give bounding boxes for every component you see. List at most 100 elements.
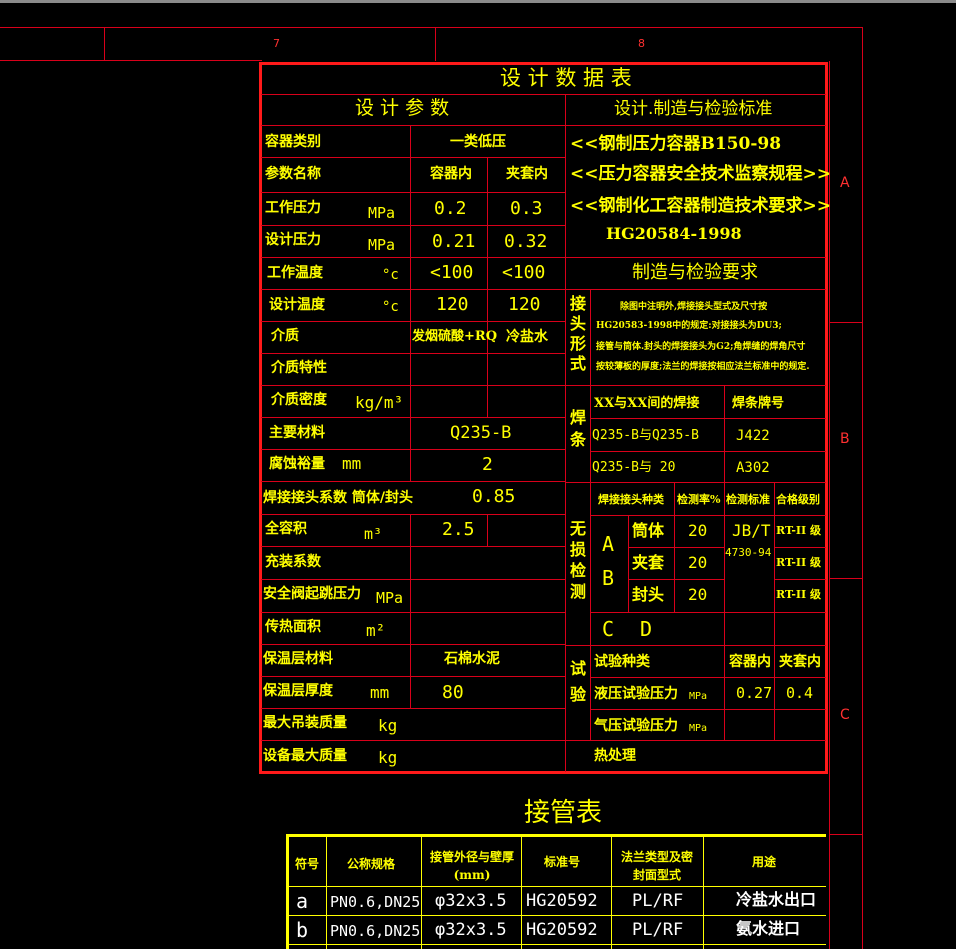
heat-area-unit: m² <box>366 621 386 640</box>
work-pressure-vessel: 0.2 <box>434 198 467 219</box>
nozzle-col-sep <box>611 836 612 949</box>
left-row-line <box>261 321 566 322</box>
ndt-row-3: 封头 <box>632 585 665 604</box>
nozzle-col-sep <box>421 836 422 949</box>
nozzle-header-symbol: 符号 <box>295 857 320 871</box>
left-col-sep-a <box>410 126 411 481</box>
fill-label: 充装系数 <box>265 554 321 570</box>
standard-3: <<钢制化工容器制造技术要求>> <box>570 196 831 216</box>
left-header: 设 计 参 数 <box>355 97 450 119</box>
hydro-label: 液压试验压力 <box>594 686 678 702</box>
nozzle-cell-symbol: a <box>296 889 309 913</box>
param-name-label: 参数名称 <box>265 166 321 182</box>
left-row-line <box>261 257 566 258</box>
ndt-rate-1: 20 <box>688 521 708 540</box>
work-temp-jacket: <100 <box>502 262 546 283</box>
frame-row-a: A <box>840 175 850 191</box>
nozzle-header-sep <box>286 886 826 887</box>
test-row-line <box>590 709 826 710</box>
ndt-grade-3: RT-II 级 <box>776 588 821 601</box>
window-top-edge <box>0 0 956 3</box>
ndt-row-line <box>774 579 826 580</box>
cad-drawing-viewport[interactable]: { "frame": { "col7": "7", "col8": "8", "… <box>0 0 956 949</box>
test-h2: 容器内 <box>729 654 771 670</box>
nozzle-cell-use: 冷盐水出口 <box>736 890 817 909</box>
title-sep <box>261 94 826 95</box>
nozzle-row-sep <box>286 944 826 945</box>
left-row-line <box>261 708 566 709</box>
nozzle-border-left <box>286 834 289 949</box>
work-pressure-label: 工作压力 <box>265 200 321 216</box>
table-title: 设 计 数 据 表 <box>500 66 632 90</box>
ndt-rate-2: 20 <box>688 553 708 572</box>
test-row-line <box>590 677 826 678</box>
design-pressure-vessel: 0.21 <box>432 231 476 252</box>
right-mfg-sep <box>566 289 826 290</box>
ndt-c: C <box>602 617 615 641</box>
joint-text-2: HG20583-1998中的规定:对接接头为DU3; <box>596 321 782 331</box>
hydro-vessel: 0.27 <box>736 684 773 702</box>
ndt-col-sep-3 <box>724 483 725 645</box>
heat-treat-label: 热处理 <box>594 748 636 764</box>
medium-density-unit: kg/m³ <box>355 393 404 412</box>
side-label-col <box>590 290 591 740</box>
left-row-line <box>261 289 566 290</box>
ndt-row-line <box>628 547 724 548</box>
nozzle-border-top <box>286 834 826 837</box>
ndt-h4: 合格级别 <box>776 493 820 506</box>
nozzle-cell-diameter: φ32x3.5 <box>435 920 507 940</box>
zone-sep-cd <box>829 834 863 835</box>
frame-row-c: C <box>840 707 850 723</box>
frame-zone-line <box>829 61 830 949</box>
insul-material-label: 保温层材料 <box>263 651 333 667</box>
nozzle-cell-flange: PL/RF <box>632 920 684 940</box>
container-class-value: 一类低压 <box>450 134 506 150</box>
left-row-line <box>261 676 566 677</box>
zone-sep-bc <box>829 578 863 579</box>
left-row-line <box>261 125 566 126</box>
main-material-value: Q235-B <box>450 423 512 443</box>
left-row-line <box>261 579 566 580</box>
ndt-label: 无损检测 <box>570 519 587 601</box>
ndt-a: A <box>602 532 615 556</box>
table-border-top <box>259 62 828 65</box>
ndt-col-sep-1 <box>628 515 629 612</box>
max-mass-label: 设备最大质量 <box>263 748 347 764</box>
medium-property-label: 介质特性 <box>271 360 327 376</box>
nozzle-header-standard: 标准号 <box>544 855 581 869</box>
ndt-std-1: JB/T <box>732 521 771 540</box>
max-lift-unit: kg <box>378 716 398 735</box>
max-lift-label: 最大吊装质量 <box>263 715 347 731</box>
ndt-row-line <box>628 579 724 580</box>
medium-density-label: 介质密度 <box>271 392 327 408</box>
ndt-col-sep-4 <box>774 483 775 645</box>
heat-area-label: 传热面积 <box>265 619 321 635</box>
insul-thick-value: 80 <box>442 682 464 703</box>
left-col-sep-b <box>487 157 488 417</box>
left-col-sep-a2 <box>410 514 411 708</box>
ndt-row-2: 夹套 <box>632 553 665 572</box>
frame-right-line <box>862 27 863 949</box>
nozzle-table-title: 接管表 <box>524 798 603 828</box>
corrosion-value: 2 <box>482 454 493 475</box>
main-split <box>565 95 566 772</box>
left-row-line <box>261 225 566 226</box>
test-col-sep-2 <box>774 645 775 740</box>
ndt-rate-3: 20 <box>688 585 708 604</box>
nozzle-cell-spec: PN0.6,DN25 <box>330 893 421 911</box>
insul-material-value: 石棉水泥 <box>444 651 500 667</box>
weld-row-line <box>590 418 826 419</box>
frame-col-sep-1 <box>104 27 105 61</box>
gas-label: 气压试验压力 <box>594 718 678 734</box>
design-temp-label: 设计温度 <box>269 297 325 313</box>
zone-sep-ab <box>829 322 863 323</box>
left-row-line <box>261 612 566 613</box>
test-h3: 夹套内 <box>779 654 821 670</box>
volume-value: 2.5 <box>442 519 475 540</box>
left-row-line <box>261 417 566 418</box>
right-header: 设计.制造与检验标准 <box>614 99 773 119</box>
test-label: 试验 <box>570 659 587 704</box>
work-temp-label: 工作温度 <box>267 265 323 281</box>
weld-h2: 焊条牌号 <box>732 396 785 411</box>
frame-row-b: B <box>840 431 850 447</box>
